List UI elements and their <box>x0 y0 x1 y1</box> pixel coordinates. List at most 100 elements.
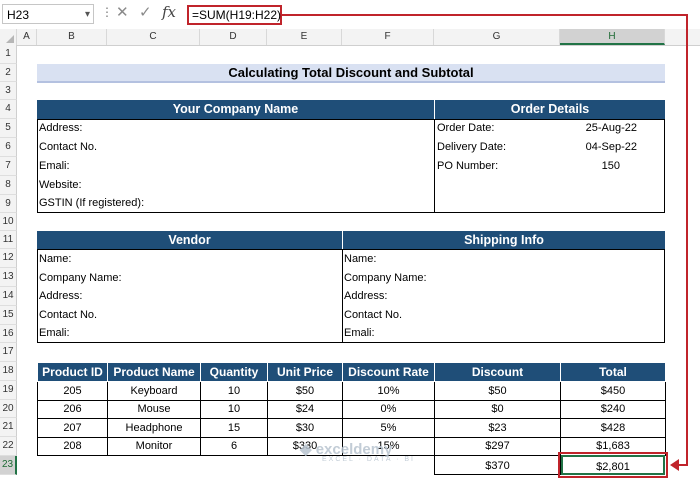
row-header-9[interactable]: 9 <box>0 195 17 213</box>
column-header-e[interactable]: E <box>267 29 342 45</box>
cell[interactable]: 5% <box>342 418 435 438</box>
row-header-19[interactable]: 19 <box>0 381 17 400</box>
cell[interactable]: $50 <box>434 381 561 401</box>
col-product-name: Product Name <box>107 362 201 382</box>
row-header-13[interactable]: 13 <box>0 268 17 287</box>
order-details-header: Order Details <box>434 100 665 119</box>
vendor-header: Vendor <box>37 231 342 249</box>
cell[interactable]: $428 <box>560 418 666 438</box>
cell[interactable]: $450 <box>560 381 666 401</box>
cell[interactable]: 0% <box>342 399 435 419</box>
col-unit-price: Unit Price <box>267 362 343 382</box>
delivery-date-value: 04-Sep-22 <box>585 141 637 153</box>
cell[interactable]: 206 <box>37 399 108 419</box>
shipping-box <box>342 249 665 343</box>
column-header-a[interactable]: A <box>17 29 37 45</box>
row-header-18[interactable]: 18 <box>0 362 17 381</box>
formula-input[interactable]: =SUM(H19:H22) <box>187 5 282 25</box>
cell[interactable]: $0 <box>434 399 561 419</box>
cell[interactable]: Monitor <box>107 436 201 456</box>
company-website-label: Website: <box>39 179 82 191</box>
cell[interactable]: $297 <box>434 436 561 456</box>
column-header-b[interactable]: B <box>37 29 107 45</box>
cell[interactable]: $1,683 <box>560 436 666 456</box>
vendor-company-label: Company Name: <box>39 272 122 284</box>
col-total: Total <box>560 362 666 382</box>
row-header-6[interactable]: 6 <box>0 138 17 157</box>
row-header-1[interactable]: 1 <box>0 45 17 64</box>
po-number-value: 150 <box>601 160 620 172</box>
table-row: 205 Keyboard 10 $50 10% $50 $450 <box>37 381 666 401</box>
shipping-address-label: Address: <box>344 290 388 302</box>
row-header-5[interactable]: 5 <box>0 119 17 138</box>
cell[interactable]: $240 <box>560 399 666 419</box>
cell[interactable]: 6 <box>200 436 268 456</box>
shipping-contact-label: Contact No. <box>344 309 403 321</box>
shipping-company-label: Company Name: <box>344 272 427 284</box>
row-header-22[interactable]: 22 <box>0 437 17 456</box>
cell[interactable]: $50 <box>267 381 343 401</box>
shipping-header: Shipping Info <box>342 231 665 249</box>
more-options-icon[interactable]: ⋮ <box>101 5 113 19</box>
cell[interactable]: $30 <box>267 418 343 438</box>
function-icon[interactable]: fx <box>162 3 176 21</box>
shipping-name-label: Name: <box>344 253 377 265</box>
table-header-row: Product ID Product Name Quantity Unit Pr… <box>37 362 666 382</box>
row-header-10[interactable]: 10 <box>0 213 17 231</box>
row-header-20[interactable]: 20 <box>0 400 17 418</box>
cell[interactable]: $23 <box>434 418 561 438</box>
row-header-4[interactable]: 4 <box>0 100 17 119</box>
subtotal-cell-selected[interactable]: $2,801 <box>558 452 668 478</box>
row-header-17[interactable]: 17 <box>0 343 17 362</box>
watermark-logo-icon: ◆ <box>300 441 312 458</box>
cell[interactable]: 205 <box>37 381 108 401</box>
company-header: Your Company Name <box>37 100 434 119</box>
exceldemy-watermark: ◆ exceldemy EXCEL · DATA · BI <box>300 440 415 463</box>
cell[interactable]: 10 <box>200 381 268 401</box>
column-header-c[interactable]: C <box>107 29 200 45</box>
row-header-21[interactable]: 21 <box>0 418 17 437</box>
cell[interactable]: $24 <box>267 399 343 419</box>
annotation-arrow-top <box>282 14 687 16</box>
row-header-11[interactable]: 11 <box>0 231 17 249</box>
cell[interactable]: 207 <box>37 418 108 438</box>
company-email-label: Emali: <box>39 160 70 172</box>
row-header-8[interactable]: 8 <box>0 176 17 195</box>
annotation-arrow-bottom <box>678 464 688 466</box>
cell[interactable]: 15 <box>200 418 268 438</box>
delivery-date-label: Delivery Date: <box>437 141 507 153</box>
column-header-f[interactable]: F <box>342 29 434 45</box>
name-box[interactable]: H23 ▾ <box>2 4 94 24</box>
cell[interactable]: 208 <box>37 436 108 456</box>
company-address-label: Address: <box>39 122 83 134</box>
row-header-3[interactable]: 3 <box>0 82 17 100</box>
cell[interactable]: Mouse <box>107 399 201 419</box>
column-header-d[interactable]: D <box>200 29 267 45</box>
cell[interactable]: 10 <box>200 399 268 419</box>
column-header-h[interactable]: H <box>560 29 665 45</box>
po-number-label: PO Number: <box>437 160 499 172</box>
row-header-14[interactable]: 14 <box>0 287 17 306</box>
row-header-15[interactable]: 15 <box>0 306 17 325</box>
cancel-icon[interactable]: ✕ <box>116 3 129 21</box>
cell[interactable]: Keyboard <box>107 381 201 401</box>
order-date-label: Order Date: <box>437 122 495 134</box>
row-header-2[interactable]: 2 <box>0 64 17 82</box>
vendor-address-label: Address: <box>39 290 83 302</box>
cell[interactable]: Headphone <box>107 418 201 438</box>
cell[interactable]: 10% <box>342 381 435 401</box>
row-header-23[interactable]: 23 <box>0 456 17 475</box>
row-header-12[interactable]: 12 <box>0 249 17 268</box>
total-discount-cell[interactable]: $370 <box>434 455 561 475</box>
order-date-value: 25-Aug-22 <box>585 122 637 134</box>
col-discount: Discount <box>434 362 561 382</box>
annotation-arrowhead-icon <box>670 459 679 471</box>
chevron-down-icon[interactable]: ▾ <box>85 5 90 25</box>
row-header-16[interactable]: 16 <box>0 325 17 343</box>
select-all-corner[interactable] <box>0 29 17 45</box>
column-header-g[interactable]: G <box>434 29 560 45</box>
row-header-7[interactable]: 7 <box>0 157 17 176</box>
enter-icon[interactable]: ✓ <box>139 3 152 21</box>
table-row: 207 Headphone 15 $30 5% $23 $428 <box>37 418 666 438</box>
annotation-arrow-right <box>686 14 688 465</box>
